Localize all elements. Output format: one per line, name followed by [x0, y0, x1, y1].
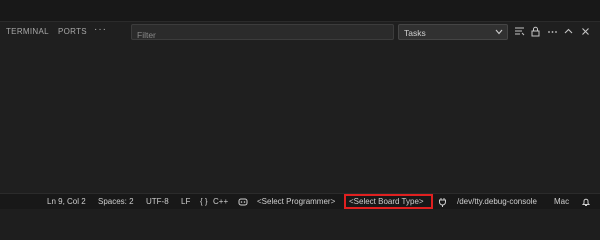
chevron-down-icon	[495, 29, 503, 35]
list-filter-icon[interactable]	[514, 26, 525, 37]
more-horizontal-icon[interactable]	[547, 26, 558, 37]
language-mode[interactable]: C++	[213, 197, 228, 207]
serial-port-selector[interactable]: /dev/tty.debug-console	[457, 197, 537, 207]
ellipsis-icon[interactable]: ···	[94, 24, 107, 35]
tab-terminal[interactable]: TERMINAL	[6, 27, 49, 37]
platform-label[interactable]: Mac	[554, 197, 569, 207]
chevron-up-icon[interactable]	[563, 26, 574, 37]
tasks-dropdown[interactable]: Tasks	[398, 24, 508, 40]
lock-icon[interactable]	[530, 26, 541, 37]
braces-icon: { }	[200, 197, 208, 206]
tasks-dropdown-value: Tasks	[404, 28, 426, 38]
board-type-highlight-box	[344, 194, 433, 209]
eol-setting[interactable]: LF	[181, 197, 190, 207]
bell-icon[interactable]	[581, 197, 591, 207]
plug-icon[interactable]	[438, 197, 447, 207]
terminal-panel[interactable]	[0, 22, 600, 193]
indentation-setting[interactable]: Spaces: 2	[98, 197, 134, 207]
encoding-setting[interactable]: UTF-8	[146, 197, 169, 207]
copilot-icon[interactable]	[238, 197, 248, 207]
select-programmer-button[interactable]: <Select Programmer>	[257, 197, 335, 207]
cursor-position[interactable]: Ln 9, Col 2	[47, 197, 86, 207]
filter-field[interactable]	[131, 24, 394, 42]
tab-ports[interactable]: PORTS	[58, 27, 87, 37]
close-icon[interactable]	[580, 26, 591, 37]
editor-top-strip	[0, 0, 600, 21]
filter-input[interactable]	[132, 28, 393, 42]
